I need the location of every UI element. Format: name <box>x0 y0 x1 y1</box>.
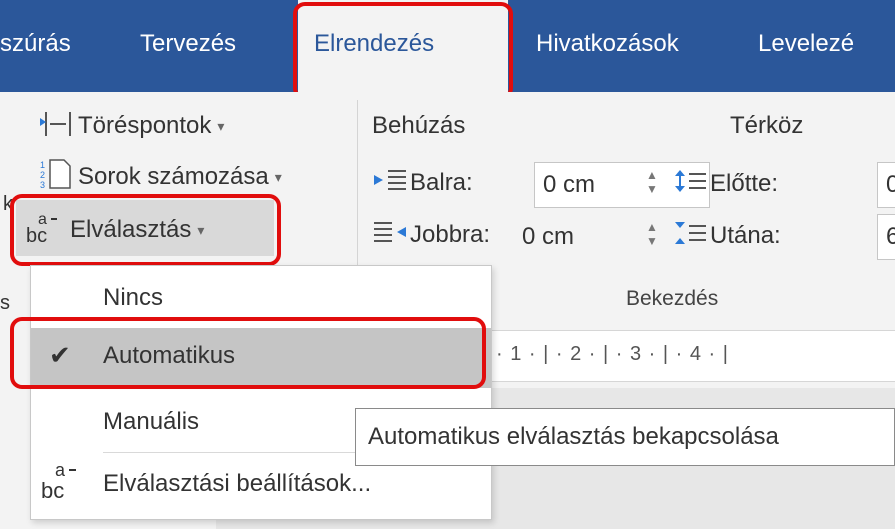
breaks-label: Töréspontok <box>78 111 212 139</box>
ruler-marks: · 1 · | · 2 · | · 3 · | · 4 · | <box>496 343 729 365</box>
spacing-before-label: Előtte: <box>710 169 779 197</box>
line-numbers-button[interactable]: 123 Sorok számozása ▾ <box>40 158 282 197</box>
chevron-down-icon: ▾ <box>274 169 282 185</box>
ribbon-tab-bar: szúrás Tervezés Elrendezés Hivatkozások … <box>0 0 895 92</box>
paragraph-group-label: Bekezdés <box>626 287 719 310</box>
line-numbers-icon: 123 <box>40 158 74 197</box>
ribbon-edge-text: k <box>3 193 13 215</box>
spacing-after-label: Utána: <box>710 221 781 249</box>
indent-left-spinner-icon[interactable]: ▲ ▼ <box>646 168 658 196</box>
spacing-before-field[interactable]: 0 <box>877 162 895 208</box>
menu-item-options-label: Elválasztási beállítások... <box>103 470 372 497</box>
chevron-down-icon: ▾ <box>217 118 225 134</box>
page-breaks-icon <box>40 108 74 145</box>
indent-left-value: 0 cm <box>543 171 596 198</box>
menu-item-manual-label: Manuális <box>103 408 200 435</box>
menu-item-none-label: Nincs <box>103 284 164 311</box>
svg-text:3: 3 <box>40 180 45 190</box>
spacing-before-row: Előtte: <box>674 168 778 201</box>
menu-item-none[interactable]: Nincs <box>31 270 491 330</box>
indent-left-label: Balra: <box>410 168 473 196</box>
tab-insert[interactable]: szúrás <box>0 30 71 58</box>
spacing-after-value: 6 <box>886 223 895 250</box>
svg-text:bc: bc <box>41 478 64 502</box>
hyphenation-menu: Nincs ✔ Automatikus Manuális a bc Elválas… <box>30 265 492 520</box>
tab-references[interactable]: Hivatkozások <box>536 30 679 58</box>
horizontal-ruler[interactable]: · 1 · | · 2 · | · 3 · | · 4 · | <box>490 330 895 382</box>
indent-right-row: Jobbra: <box>374 220 490 251</box>
svg-text:a: a <box>55 460 66 480</box>
line-numbers-label: Sorok számozása <box>78 162 269 190</box>
ribbon-edge-text: s <box>0 292 10 314</box>
spacing-before-value: 0 <box>886 171 895 198</box>
spacing-after-field[interactable]: 6 <box>877 214 895 260</box>
svg-text:bc: bc <box>26 225 47 244</box>
spacing-after-row: Utána: <box>674 220 781 253</box>
chevron-down-icon: ▾ <box>197 222 205 238</box>
spacing-after-icon <box>674 220 706 253</box>
spacing-heading: Térköz <box>730 112 804 139</box>
breaks-button[interactable]: Töréspontok ▾ <box>40 108 224 145</box>
hyphenation-icon: a bc <box>26 210 66 251</box>
hyphenation-icon: a bc <box>41 458 81 509</box>
tab-layout-label: Elrendezés <box>314 30 435 57</box>
checkmark-icon: ✔ <box>49 340 71 370</box>
indent-left-icon <box>374 168 406 199</box>
tab-layout[interactable]: Elrendezés <box>298 0 508 92</box>
svg-text:2: 2 <box>40 170 45 180</box>
tab-design[interactable]: Tervezés <box>140 30 236 58</box>
spacing-before-icon <box>674 168 706 201</box>
indent-right-value: 0 cm <box>522 223 575 250</box>
tab-mailings[interactable]: Levelezé <box>758 30 854 58</box>
indent-left-row: Balra: <box>374 168 473 199</box>
indent-heading: Behúzás <box>372 112 466 139</box>
indent-right-icon <box>374 220 406 251</box>
menu-item-automatic-label: Automatikus <box>103 342 236 369</box>
svg-text:1: 1 <box>40 160 45 170</box>
tooltip-text: Automatikus elválasztás bekapcsolása <box>368 423 779 450</box>
hyphenation-button-content[interactable]: a bc Elválasztás ▾ <box>26 210 204 251</box>
indent-right-label: Jobbra: <box>410 220 491 248</box>
menu-item-automatic[interactable]: ✔ Automatikus <box>31 328 491 388</box>
indent-right-spinner-icon[interactable]: ▲ ▼ <box>646 220 658 248</box>
hyphenation-label: Elválasztás <box>70 215 192 243</box>
tooltip: Automatikus elválasztás bekapcsolása <box>355 408 895 466</box>
